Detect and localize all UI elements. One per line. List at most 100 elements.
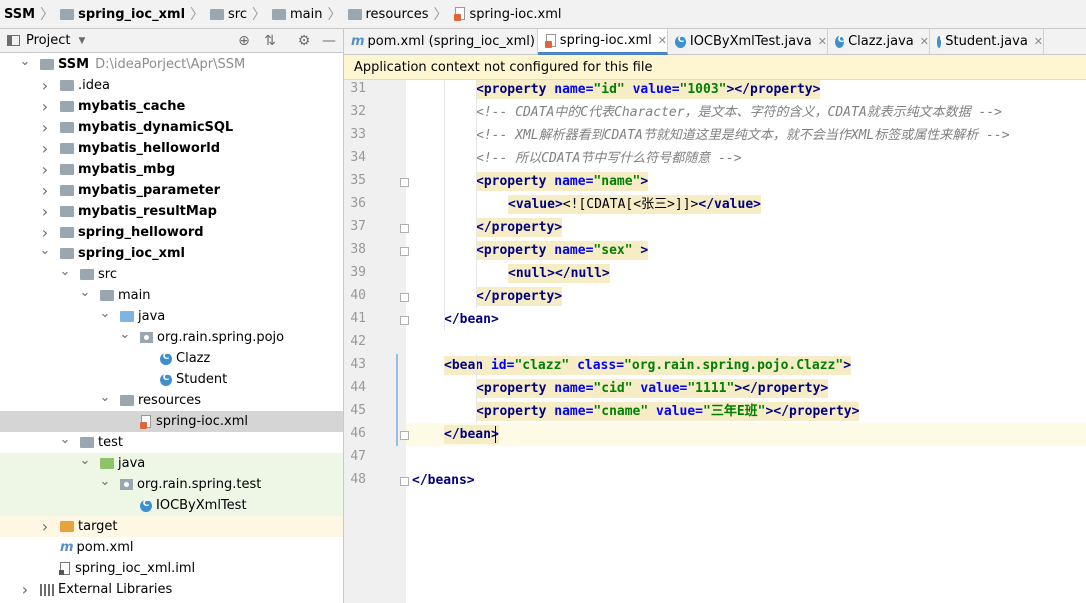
breadcrumb-item[interactable]: spring-ioc.xml: [453, 0, 562, 29]
breadcrumb-item[interactable]: resources 〉: [347, 0, 454, 29]
tree-item-label: java: [138, 309, 166, 324]
close-icon[interactable]: ✕: [658, 34, 667, 47]
fold-marker-icon[interactable]: [400, 431, 409, 440]
line-number: 32: [350, 104, 366, 119]
editor-gutter[interactable]: 31 32 33 34 35 36 37 38 39 40 41 42 43 44 45 46 47 48: [344, 80, 406, 603]
fold-marker-icon[interactable]: [400, 293, 409, 302]
fold-marker-icon[interactable]: [400, 178, 409, 187]
project-pane-icon[interactable]: [7, 35, 20, 46]
fold-marker-icon[interactable]: [400, 316, 409, 325]
chevron-down-icon[interactable]: ⌄: [98, 306, 112, 321]
fold-marker-icon[interactable]: [400, 224, 409, 233]
chevron-right-icon[interactable]: ›: [38, 181, 52, 200]
chevron-down-icon[interactable]: ⌄: [18, 54, 32, 69]
line-number: 35: [350, 173, 366, 188]
tree-item[interactable]: › mybatis_dynamicSQL: [0, 117, 343, 138]
tree-item[interactable]: › .idea: [0, 75, 343, 96]
tree-item[interactable]: Student: [0, 369, 343, 390]
code-token: value=: [640, 381, 688, 396]
tree-item[interactable]: Clazz: [0, 348, 343, 369]
chevron-right-icon[interactable]: ›: [38, 139, 52, 158]
tab-pom-xml-spring-ioc-xml[interactable]: mpom.xml (spring_ioc_xml)✕: [344, 29, 550, 54]
line-number: 31: [350, 81, 366, 96]
tree-item[interactable]: m pom.xml: [0, 537, 343, 558]
close-icon[interactable]: ✕: [920, 35, 929, 48]
tree-item[interactable]: › target: [0, 516, 343, 537]
tab-iocbyxmltest-java[interactable]: IOCByXmlTest.java ✕: [668, 29, 828, 54]
code-token: "cid": [593, 381, 633, 396]
chevron-right-icon[interactable]: ›: [38, 223, 52, 242]
tree-item[interactable]: ⌄ org.rain.spring.test: [0, 474, 343, 495]
tab-spring-ioc-xml[interactable]: spring-ioc.xml ✕: [538, 29, 668, 55]
tree-item[interactable]: › mybatis_parameter: [0, 180, 343, 201]
chevron-down-icon[interactable]: ⌄: [58, 264, 72, 279]
chevron-down-icon[interactable]: ⌄: [98, 390, 112, 405]
chevron-down-icon[interactable]: ▼: [78, 36, 85, 46]
tree-item[interactable]: ⌄ org.rain.spring.pojo: [0, 327, 343, 348]
chevron-right-icon[interactable]: ›: [38, 118, 52, 137]
tree-item[interactable]: spring-ioc.xml: [0, 411, 343, 432]
code-token: <bean: [444, 358, 491, 373]
tree-item[interactable]: IOCByXmlTest: [0, 495, 343, 516]
breadcrumb-item[interactable]: src 〉: [210, 0, 272, 29]
code-line: <!-- XML解析器看到CDATA节就知道这里是纯文本，就不会当作XML标签或…: [476, 126, 1010, 145]
chevron-right-icon[interactable]: ›: [38, 160, 52, 179]
tree-item[interactable]: › mybatis_resultMap: [0, 201, 343, 222]
breadcrumb-item[interactable]: main 〉: [272, 0, 347, 29]
tree-item[interactable]: ⌄ test: [0, 432, 343, 453]
tree-item[interactable]: spring_ioc_xml.iml: [0, 558, 343, 579]
tab-clazz-java[interactable]: Clazz.java ✕: [828, 29, 930, 54]
chevron-down-icon[interactable]: ⌄: [78, 285, 92, 300]
hide-panel-icon[interactable]: —: [321, 33, 337, 49]
fold-marker-icon[interactable]: [400, 247, 409, 256]
code-editor[interactable]: 31 32 33 34 35 36 37 38 39 40 41 42 43 44 45 46 47 48 <pr…: [344, 80, 1086, 603]
chevron-down-icon[interactable]: ⌄: [78, 453, 92, 468]
code-token: </property>: [476, 220, 563, 235]
tree-item[interactable]: › mybatis_mbg: [0, 159, 343, 180]
line-number: 44: [350, 380, 366, 395]
tab-label: IOCByXmlTest.java: [689, 34, 812, 49]
tree-item[interactable]: ⌄ src: [0, 264, 343, 285]
tree-item[interactable]: › mybatis_helloworld: [0, 138, 343, 159]
tree-item[interactable]: ⌄ java: [0, 306, 343, 327]
code-token: </property>: [476, 289, 563, 304]
change-marker[interactable]: [396, 354, 398, 446]
project-view-selector[interactable]: Project: [26, 33, 70, 48]
tree-item[interactable]: ⌄ spring_ioc_xml: [0, 243, 343, 264]
locate-file-icon[interactable]: ⊕: [236, 33, 252, 49]
close-icon[interactable]: ✕: [818, 35, 827, 48]
chevron-down-icon[interactable]: ⌄: [118, 327, 132, 342]
tree-item[interactable]: › spring_helloword: [0, 222, 343, 243]
breadcrumb-item[interactable]: spring_ioc_xml 〉: [60, 0, 210, 29]
tree-item[interactable]: › mybatis_cache: [0, 96, 343, 117]
chevron-right-icon[interactable]: ›: [18, 580, 32, 599]
chevron-right-icon[interactable]: ›: [38, 76, 52, 95]
tree-item[interactable]: ⌄ resources: [0, 390, 343, 411]
breadcrumb-item[interactable]: SSM 〉: [4, 0, 60, 29]
chevron-down-icon[interactable]: ⌄: [98, 474, 112, 489]
class-icon: [835, 35, 847, 48]
tree-item-label: pom.xml: [76, 540, 134, 555]
tab-label: Student.java: [945, 34, 1028, 49]
chevron-right-icon[interactable]: ›: [38, 97, 52, 116]
tree-item[interactable]: ⌄ java: [0, 453, 343, 474]
line-number: 36: [350, 196, 366, 211]
tree-item[interactable]: ⌄ main: [0, 285, 343, 306]
tab-student-java[interactable]: Student.java ✕: [930, 29, 1044, 54]
gear-icon[interactable]: ⚙: [296, 33, 312, 49]
chevron-down-icon[interactable]: ⌄: [38, 243, 52, 258]
chevron-right-icon[interactable]: ›: [38, 517, 52, 536]
code-token: name=: [554, 174, 594, 189]
breadcrumb-label: spring-ioc.xml: [469, 6, 562, 22]
code-line: <property name="cname" value="三年E班"></pr…: [476, 402, 860, 421]
chevron-right-icon[interactable]: ›: [38, 202, 52, 221]
chevron-down-icon[interactable]: ⌄: [58, 432, 72, 447]
collapse-all-icon[interactable]: ⇅: [262, 33, 278, 49]
folder-icon: [40, 59, 54, 70]
code-token: value=: [632, 82, 680, 97]
fold-marker-icon[interactable]: [400, 477, 409, 486]
close-icon[interactable]: ✕: [1034, 35, 1043, 48]
tree-item[interactable]: › External Libraries: [0, 579, 343, 600]
tree-item[interactable]: ⌄ SSM D:\ideaPorject\Apr\SSM: [0, 54, 343, 75]
code-token: <property: [476, 404, 555, 419]
